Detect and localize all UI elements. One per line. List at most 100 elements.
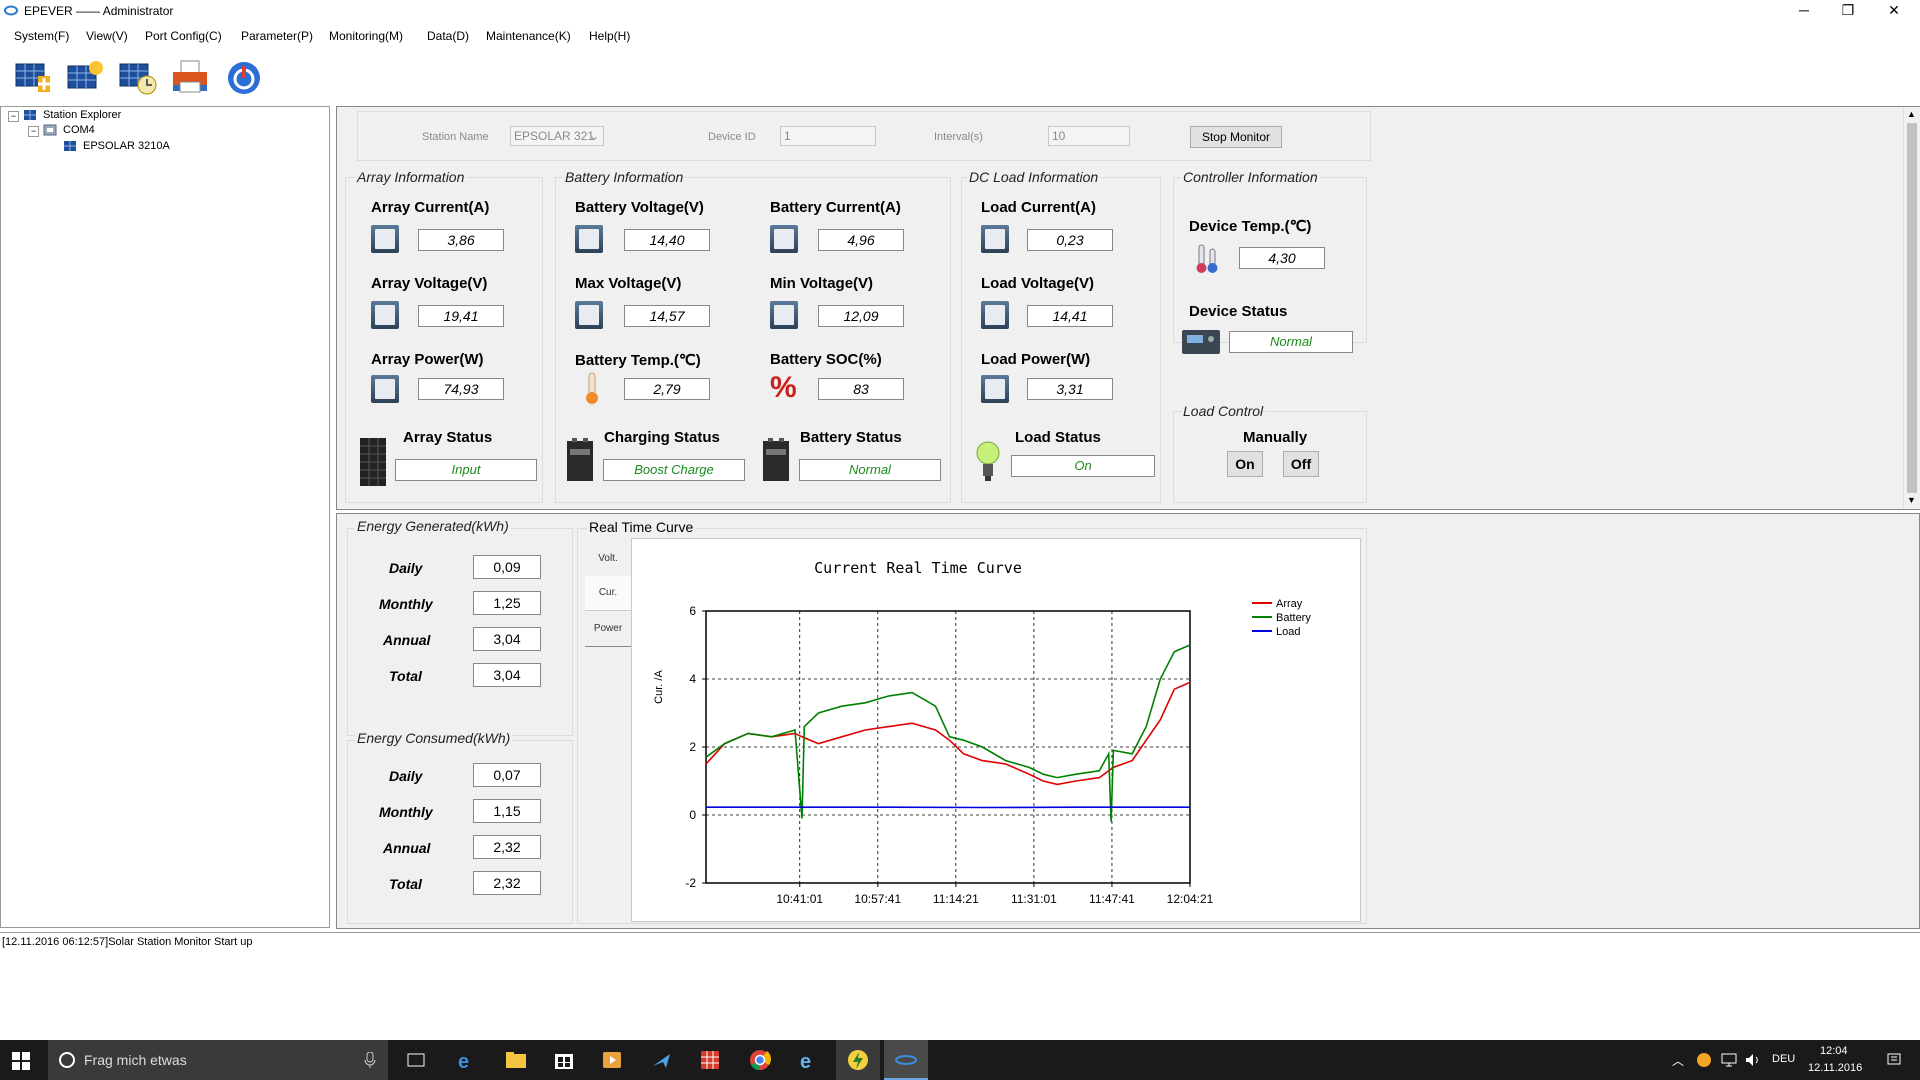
- clock-date[interactable]: 12.11.2016: [1808, 1062, 1862, 1074]
- load-on-button[interactable]: On: [1227, 451, 1263, 477]
- title-bar: EPEVER —— Administrator ─ ❐ ✕: [0, 0, 1920, 22]
- action-center-icon[interactable]: [1886, 1052, 1902, 1068]
- load-off-button[interactable]: Off: [1283, 451, 1319, 477]
- app-arrow-icon[interactable]: [650, 1048, 674, 1072]
- voltmeter-icon: [575, 301, 603, 329]
- menu-port-config[interactable]: Port Config(C): [145, 29, 222, 43]
- load-status-label: Load Status: [1015, 429, 1101, 446]
- vertical-scrollbar[interactable]: ▲ ▼: [1903, 107, 1920, 509]
- add-station-icon[interactable]: [14, 58, 54, 96]
- dc-load-info-title: DC Load Information: [967, 169, 1101, 185]
- input-language[interactable]: DEU: [1772, 1053, 1795, 1065]
- solar-panel-icon: [360, 438, 386, 486]
- volume-icon[interactable]: [1744, 1052, 1762, 1068]
- ammeter-icon: [770, 225, 798, 253]
- media-player-icon[interactable]: [600, 1048, 624, 1072]
- min-voltage-label: Min Voltage(V): [770, 275, 874, 292]
- wattmeter-icon: [371, 375, 399, 403]
- epever-taskbar-button[interactable]: [884, 1040, 928, 1080]
- tree-root-station-explorer[interactable]: Station Explorer: [43, 109, 121, 121]
- collapse-toggle-root[interactable]: −: [8, 111, 19, 122]
- scrollbar-thumb[interactable]: [1907, 123, 1917, 493]
- y-tick-label: 2: [689, 740, 696, 754]
- scroll-down-icon[interactable]: ▼: [1907, 495, 1916, 505]
- x-tick-label: 11:47:41: [1089, 892, 1135, 906]
- menu-help[interactable]: Help(H): [589, 29, 630, 43]
- collapse-toggle-port[interactable]: −: [28, 126, 39, 137]
- stop-monitor-button[interactable]: Stop Monitor: [1190, 126, 1282, 148]
- y-tick-label: 0: [689, 808, 696, 822]
- tree-item-device[interactable]: EPSOLAR 3210A: [83, 140, 170, 152]
- load-power-value: 3,31: [1027, 378, 1113, 400]
- port-icon: [43, 124, 57, 136]
- charging-status-value: Boost Charge: [603, 459, 745, 481]
- monitor-panel: Station Name EPSOLAR 321 ⌄ Device ID 1 In…: [336, 106, 1920, 510]
- cortana-search-box[interactable]: Frag mich etwas: [48, 1040, 388, 1080]
- energy-generated-title: Energy Generated(kWh): [355, 518, 511, 534]
- scroll-up-icon[interactable]: ▲: [1907, 109, 1916, 119]
- energy-generated-monthly-value: 1,25: [473, 591, 541, 615]
- menu-data[interactable]: Data(D): [427, 29, 469, 43]
- tray-chevron-up-icon[interactable]: ︿: [1672, 1052, 1684, 1069]
- tree-item-com-port[interactable]: COM4: [63, 124, 95, 136]
- station-icon: [24, 110, 36, 120]
- array-voltage-value: 19,41: [418, 305, 504, 327]
- voltmeter-icon: [770, 301, 798, 329]
- energy-generated-total-label: Total: [389, 668, 422, 684]
- station-name-select[interactable]: EPSOLAR 321 ⌄: [510, 126, 604, 146]
- tab-cur[interactable]: Cur.: [585, 576, 631, 611]
- calculator-grid-icon[interactable]: [698, 1048, 722, 1072]
- schedule-clock-icon[interactable]: [118, 58, 158, 96]
- maximize-button[interactable]: ❐: [1826, 0, 1870, 22]
- menu-system[interactable]: System(F): [14, 29, 69, 43]
- active-app-highlight[interactable]: [836, 1040, 880, 1080]
- array-current-value: 3,86: [418, 229, 504, 251]
- internet-explorer-icon[interactable]: e: [796, 1048, 820, 1072]
- power-off-icon[interactable]: [224, 58, 264, 96]
- interval-field[interactable]: 10: [1048, 126, 1130, 146]
- max-voltage-value: 14,57: [624, 305, 710, 327]
- network-icon[interactable]: [1720, 1052, 1738, 1068]
- search-placeholder: Frag mich etwas: [84, 1052, 187, 1068]
- solar-sun-icon[interactable]: [66, 58, 106, 96]
- tab-power[interactable]: Power: [585, 612, 631, 647]
- tray-app-icon[interactable]: [1696, 1052, 1712, 1068]
- chrome-icon[interactable]: [748, 1048, 772, 1072]
- close-button[interactable]: ✕: [1872, 0, 1916, 22]
- controller-device-icon: [1182, 330, 1220, 354]
- energy-consumed-annual-label: Annual: [383, 840, 431, 856]
- menu-maintenance[interactable]: Maintenance(K): [486, 29, 571, 43]
- windows-start-icon[interactable]: [12, 1052, 30, 1070]
- device-id-field[interactable]: 1: [780, 126, 876, 146]
- menu-view[interactable]: View(V): [86, 29, 128, 43]
- ammeter-icon: [981, 225, 1009, 253]
- menu-parameter[interactable]: Parameter(P): [241, 29, 313, 43]
- store-icon[interactable]: [552, 1048, 576, 1072]
- energy-generated-daily-label: Daily: [389, 560, 423, 576]
- task-view-icon[interactable]: [404, 1048, 428, 1072]
- min-voltage-value: 12,09: [818, 305, 904, 327]
- station-explorer-panel: − Station Explorer − COM4 EPSOLAR 3210A: [0, 106, 330, 928]
- microphone-icon[interactable]: [364, 1052, 376, 1068]
- ammeter-icon: [371, 225, 399, 253]
- minimize-button[interactable]: ─: [1782, 0, 1826, 22]
- energy-consumed-monthly-value: 1,15: [473, 799, 541, 823]
- file-explorer-icon[interactable]: [504, 1048, 528, 1072]
- tab-volt[interactable]: Volt.: [585, 542, 631, 577]
- battery-current-value: 4,96: [818, 229, 904, 251]
- edge-browser-icon[interactable]: e: [454, 1048, 478, 1072]
- series-line-battery: [705, 644, 1191, 822]
- array-info-title: Array Information: [355, 169, 467, 185]
- energy-consumed-annual-value: 2,32: [473, 835, 541, 859]
- chevron-down-icon: ⌄: [588, 129, 599, 143]
- clock-time[interactable]: 12:04: [1820, 1045, 1848, 1057]
- energy-generated-annual-value: 3,04: [473, 627, 541, 651]
- load-status-value: On: [1011, 455, 1155, 477]
- menu-monitoring[interactable]: Monitoring(M): [329, 29, 403, 43]
- battery-current-label: Battery Current(A): [770, 199, 901, 216]
- voltmeter-icon: [371, 301, 399, 329]
- svg-text:e: e: [800, 1051, 811, 1072]
- interval-label: Interval(s): [934, 131, 983, 143]
- printer-icon[interactable]: [170, 58, 210, 96]
- controller-info-title: Controller Information: [1181, 169, 1320, 185]
